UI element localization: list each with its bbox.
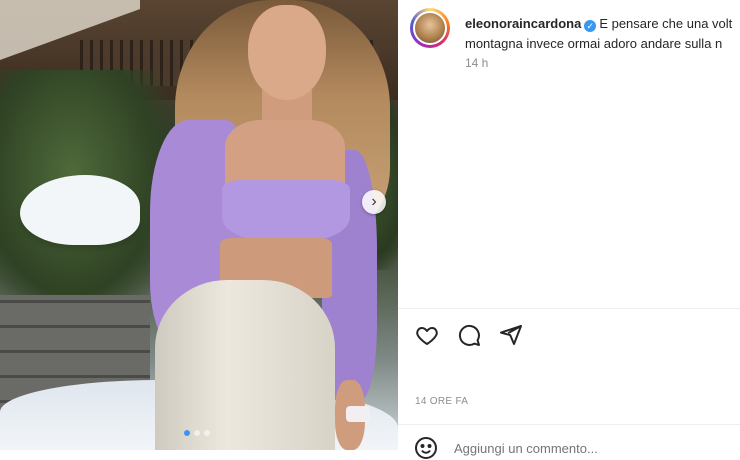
heart-icon [416,327,438,345]
divider [398,308,740,309]
like-button[interactable] [414,322,440,348]
avatar[interactable] [413,11,447,45]
comment-input[interactable] [452,439,656,457]
caption-line-1: E pensare che una volt [599,16,733,31]
share-icon [500,325,522,345]
crop-top [222,180,350,242]
comment-icon [458,324,480,346]
story-ring[interactable] [410,8,450,48]
post-info-panel: eleonoraincardona ✓ E pensare che una volt… [398,0,740,459]
carousel-dot [194,430,200,436]
carousel-dot [204,430,210,436]
carousel-dots [184,430,210,436]
wrist-watch [346,406,370,422]
action-bar [414,322,524,348]
share-button[interactable] [498,322,524,348]
chevron-right-icon: › [371,193,377,210]
comment-form [414,436,656,460]
caption: eleonoraincardona ✓ E pensare che una volt… [465,14,740,54]
username-link[interactable]: eleonoraincardona [465,16,581,31]
emoji-icon[interactable] [414,436,438,460]
snow-mound [20,175,140,245]
comment-button[interactable] [456,322,482,348]
person-face [248,5,326,100]
caption-line-2: montagna invece ormai adoro andare sulla… [465,36,723,51]
white-leggings [155,280,335,450]
divider [398,424,740,425]
carousel-next-button[interactable]: › [362,190,386,214]
verified-badge-icon: ✓ [584,20,597,32]
post-header: eleonoraincardona ✓ E pensare che una volt… [398,0,740,90]
timestamp-short[interactable]: 14 h [465,56,488,70]
carousel-dot-active [184,430,190,436]
post-photo[interactable]: › [0,0,398,450]
timestamp-full[interactable]: 14 ORE FA [415,396,468,407]
